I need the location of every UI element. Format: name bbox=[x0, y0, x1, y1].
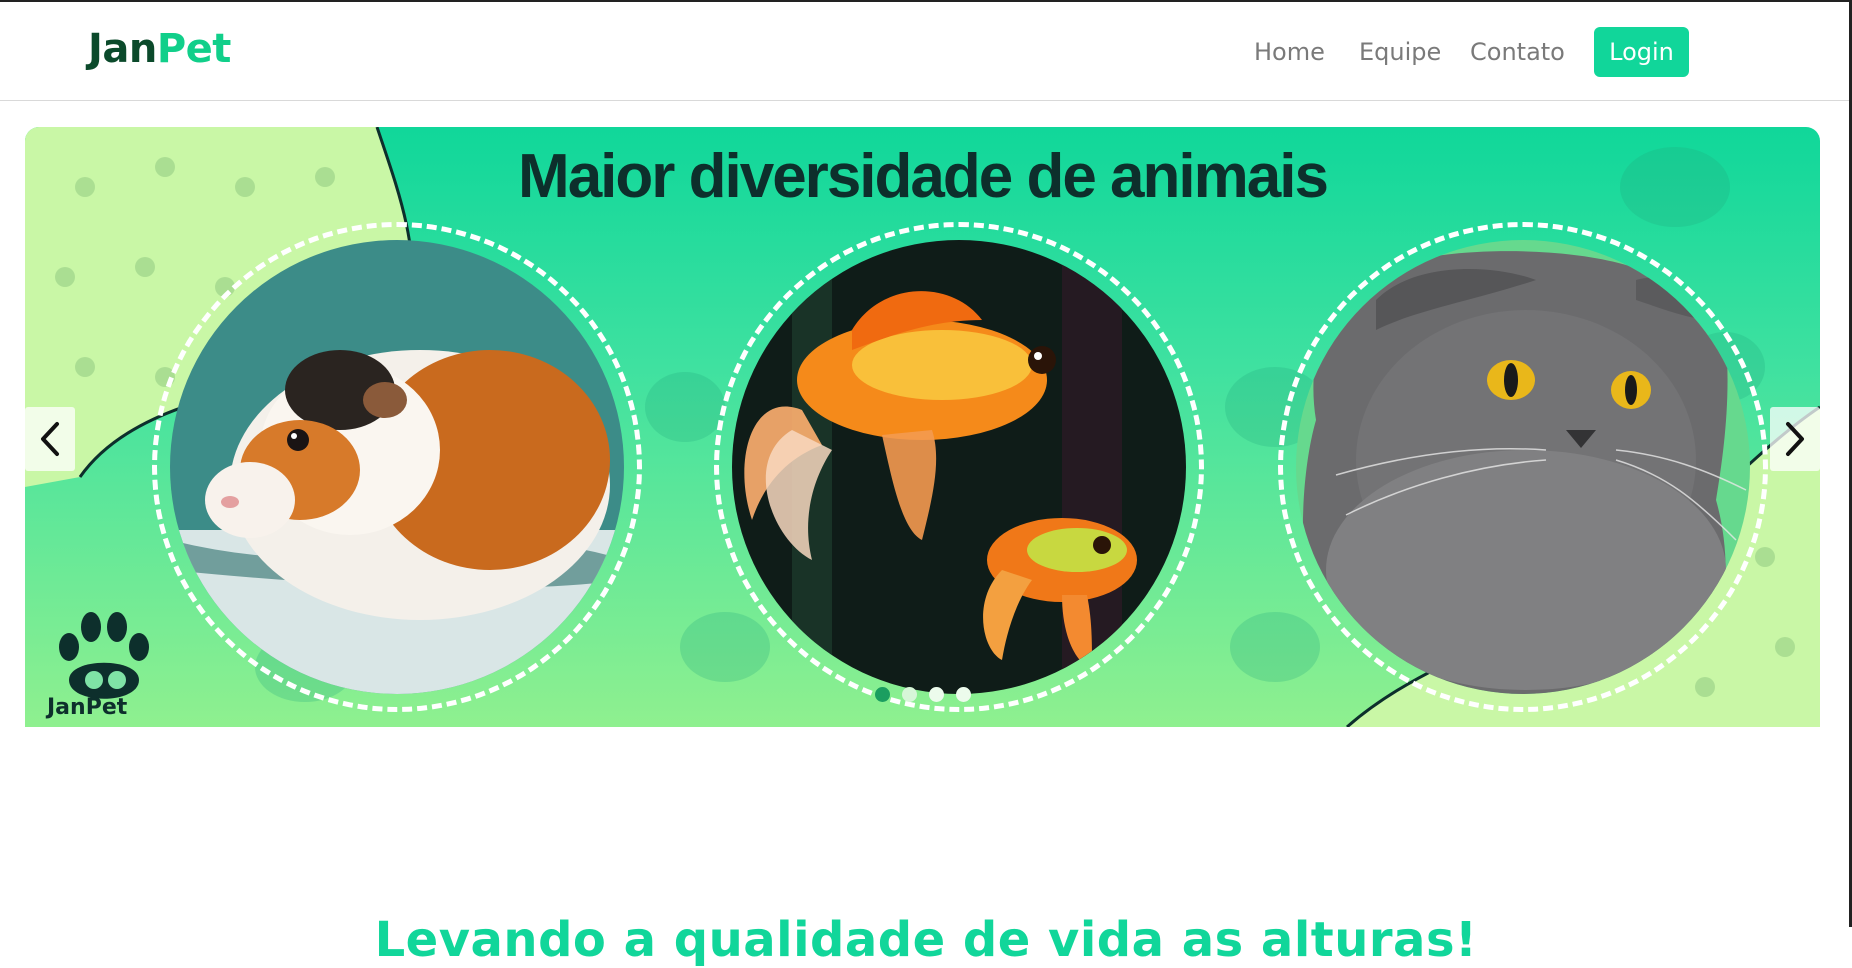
gray-cat-photo bbox=[1296, 240, 1750, 694]
brand-part-2: Pet bbox=[156, 26, 232, 72]
brand-logo[interactable]: JanPet bbox=[88, 26, 231, 72]
indicator-dot-2[interactable] bbox=[902, 687, 917, 702]
logo-caption: JanPet bbox=[47, 695, 128, 720]
carousel-next-button[interactable] bbox=[1770, 407, 1820, 471]
hero-carousel: Maior diversidade de animais JanPet bbox=[25, 127, 1820, 727]
tagline-heading: Levando a qualidade de vida as alturas! bbox=[374, 911, 1478, 968]
navbar: JanPet Home Equipe Contato Login bbox=[0, 2, 1849, 101]
nav-home-link[interactable]: Home bbox=[1254, 38, 1325, 66]
guinea-pig-photo bbox=[170, 240, 624, 694]
slide-guinea-pig bbox=[152, 222, 642, 712]
nav-team-link[interactable]: Equipe bbox=[1359, 38, 1441, 66]
chevron-left-icon bbox=[41, 422, 59, 456]
carousel-prev-button[interactable] bbox=[25, 407, 75, 471]
chevron-right-icon bbox=[1786, 422, 1804, 456]
login-button[interactable]: Login bbox=[1594, 27, 1689, 77]
nav-contact-link[interactable]: Contato bbox=[1470, 38, 1565, 66]
indicator-dot-4[interactable] bbox=[956, 687, 971, 702]
brand-part-1: Jan bbox=[88, 26, 157, 72]
indicator-dot-1[interactable] bbox=[875, 687, 890, 702]
slide-gray-cat bbox=[1278, 222, 1768, 712]
carousel-indicators bbox=[875, 687, 971, 702]
indicator-dot-3[interactable] bbox=[929, 687, 944, 702]
carousel-title: Maior diversidade de animais bbox=[518, 142, 1329, 211]
goldfish-photo bbox=[732, 240, 1186, 694]
slide-goldfish bbox=[714, 222, 1204, 712]
